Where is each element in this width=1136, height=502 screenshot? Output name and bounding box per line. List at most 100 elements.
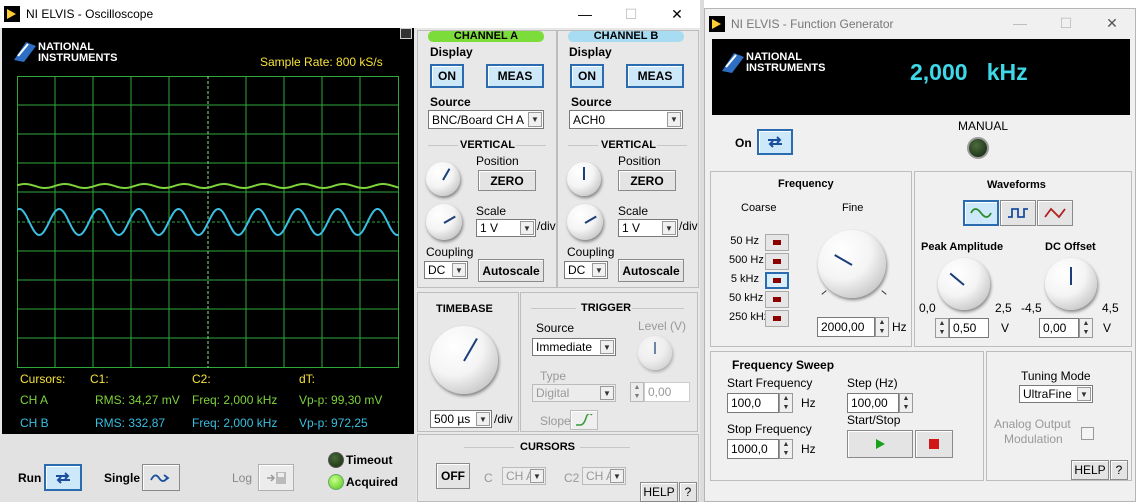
trigger-slope-label: Slope — [540, 414, 571, 428]
fgen-question-button[interactable]: ? — [1110, 460, 1128, 480]
fine-spinner[interactable]: ▲ ▼ — [875, 317, 889, 337]
fgen-display: NATIONAL INSTRUMENTS 2,000 kHz — [712, 39, 1130, 115]
minimize-button[interactable]: — — [562, 0, 608, 28]
labview-app-icon — [709, 16, 725, 32]
coarse-range-button[interactable] — [765, 310, 789, 327]
loop-arrows-icon — [56, 471, 70, 484]
stop-frequency-unit: Hz — [801, 442, 816, 456]
fine-unit: Hz — [892, 320, 907, 334]
maximize-button[interactable]: ☐ — [608, 0, 654, 28]
channel-a-title: CHANNEL A — [453, 30, 519, 42]
cha-zero-button[interactable]: ZERO — [478, 170, 536, 191]
trigger-level-spinner[interactable]: ▲ ▼ — [630, 382, 644, 402]
timebase-knob[interactable] — [430, 326, 498, 394]
labview-app-icon — [4, 6, 20, 22]
coarse-range-button[interactable] — [765, 291, 789, 308]
fine-value-field[interactable]: 2000,00 — [817, 317, 875, 337]
save-disk-icon — [267, 471, 286, 484]
peak-amplitude-knob[interactable] — [938, 258, 990, 310]
peak-amplitude-label: Peak Amplitude — [921, 241, 1004, 253]
cursors-off-button[interactable]: OFF — [436, 463, 470, 489]
start-frequency-spinner[interactable]: ▲ ▼ — [779, 393, 793, 413]
cha-scale-select[interactable]: 1 V ▼ — [476, 219, 536, 237]
fine-label: Fine — [842, 202, 864, 214]
square-wave-button[interactable] — [1000, 200, 1036, 226]
scope-controls: CHANNEL A Display ON MEAS Source BNC/Boa… — [416, 28, 700, 502]
timebase-select[interactable]: 500 µs ▼ — [430, 410, 492, 428]
triangle-wave-button[interactable] — [1037, 200, 1073, 226]
chb-coupling-select[interactable]: DC ▼ — [564, 261, 608, 279]
cursor-c-select[interactable]: CH A ▼ — [502, 467, 546, 485]
tuning-mode-select[interactable]: UltraFine ▼ — [1019, 385, 1093, 403]
scope-display: NATIONAL INSTRUMENTS Sample Rate: 800 kS… — [2, 28, 414, 434]
chb-meas-button[interactable]: MEAS — [626, 64, 684, 88]
dc-value-field[interactable]: 0,00 — [1039, 318, 1079, 338]
rising-edge-icon — [576, 414, 593, 426]
waveform-graph — [17, 76, 399, 368]
stop-frequency-field[interactable]: 1000,0 — [727, 439, 779, 459]
step-spinner[interactable]: ▲ ▼ — [899, 393, 913, 413]
stop-icon — [929, 439, 939, 449]
cha-source-label: Source — [430, 95, 471, 109]
trigger-source-select[interactable]: Immediate ▼ — [532, 338, 616, 356]
ni-logo-mark — [722, 53, 744, 73]
dc-spinner[interactable]: ▲ ▼ — [1079, 318, 1093, 338]
fgen-close-button[interactable]: ✕ — [1089, 9, 1135, 37]
cha-autoscale-button[interactable]: Autoscale — [478, 259, 544, 282]
close-button[interactable]: ✕ — [654, 0, 700, 28]
ni-logo: NATIONAL INSTRUMENTS — [12, 36, 132, 66]
chb-position-knob[interactable] — [567, 162, 601, 196]
acquired-led — [328, 474, 344, 490]
coarse-range-button[interactable] — [765, 234, 789, 251]
trigger-level-knob[interactable] — [638, 336, 672, 370]
chb-source-select[interactable]: ACH0 ▼ — [569, 110, 683, 129]
cha-position-knob[interactable] — [426, 162, 460, 196]
fine-knob[interactable] — [818, 230, 886, 298]
manual-led — [967, 137, 989, 159]
timeout-label: Timeout — [346, 453, 393, 467]
fgen-maximize-button[interactable]: ☐ — [1043, 9, 1089, 37]
amp-value-field[interactable]: 0,50 — [949, 318, 989, 338]
cha-per-div: /div — [537, 219, 556, 233]
chb-on-button[interactable]: ON — [570, 64, 604, 88]
sweep-start-button[interactable] — [847, 430, 913, 458]
cha-meas-button[interactable]: MEAS — [486, 64, 544, 88]
analog-output-label: Analog Output — [994, 417, 1071, 431]
run-label: Run — [18, 471, 42, 485]
modulation-checkbox[interactable] — [1081, 427, 1094, 440]
run-button[interactable] — [44, 464, 82, 491]
fgen-help-button[interactable]: HELP — [1071, 460, 1109, 480]
trigger-source-label: Source — [536, 321, 575, 335]
chb-scale-knob[interactable] — [567, 204, 603, 240]
step-field[interactable]: 100,00 — [847, 393, 899, 413]
scope-help-button[interactable]: HELP — [640, 482, 678, 502]
fgen-minimize-button[interactable]: — — [997, 9, 1043, 37]
fgen-on-button[interactable] — [757, 129, 793, 155]
start-frequency-field[interactable]: 100,0 — [727, 393, 779, 413]
cha-source-select[interactable]: BNC/Board CH A ▼ — [428, 110, 544, 129]
chb-autoscale-button[interactable]: Autoscale — [618, 259, 684, 282]
chb-zero-button[interactable]: ZERO — [618, 170, 676, 191]
coarse-range-button[interactable] — [765, 272, 789, 289]
oscilloscope-titlebar: NI ELVIS - Oscilloscope — ☐ ✕ — [0, 0, 700, 28]
dc-offset-knob[interactable] — [1045, 258, 1097, 310]
stop-frequency-spinner[interactable]: ▲ ▼ — [779, 439, 793, 459]
cha-vpp: Vp-p: 99,30 mV — [299, 393, 383, 407]
display-menu-icon[interactable] — [400, 28, 412, 39]
single-button[interactable] — [142, 464, 180, 491]
channel-b-title: CHANNEL B — [593, 30, 659, 42]
cha-on-button[interactable]: ON — [430, 64, 464, 88]
cha-coupling-select[interactable]: DC ▼ — [424, 261, 468, 279]
trigger-level-value[interactable]: 0,00 — [644, 382, 690, 402]
sine-wave-button[interactable] — [963, 200, 999, 226]
coarse-range-button[interactable] — [765, 253, 789, 270]
chb-scale-select[interactable]: 1 V ▼ — [618, 219, 678, 237]
cursor-c2-select[interactable]: CH A ▼ — [582, 467, 626, 485]
amp-spinner[interactable]: ▲ ▼ — [935, 318, 949, 338]
sweep-stop-button[interactable] — [915, 430, 953, 458]
cha-scale-knob[interactable] — [426, 204, 462, 240]
trigger-type-select[interactable]: Digital ▼ — [532, 384, 616, 402]
trigger-slope-button[interactable] — [570, 410, 598, 430]
scope-question-button[interactable]: ? — [679, 482, 697, 502]
log-button[interactable] — [258, 464, 294, 491]
